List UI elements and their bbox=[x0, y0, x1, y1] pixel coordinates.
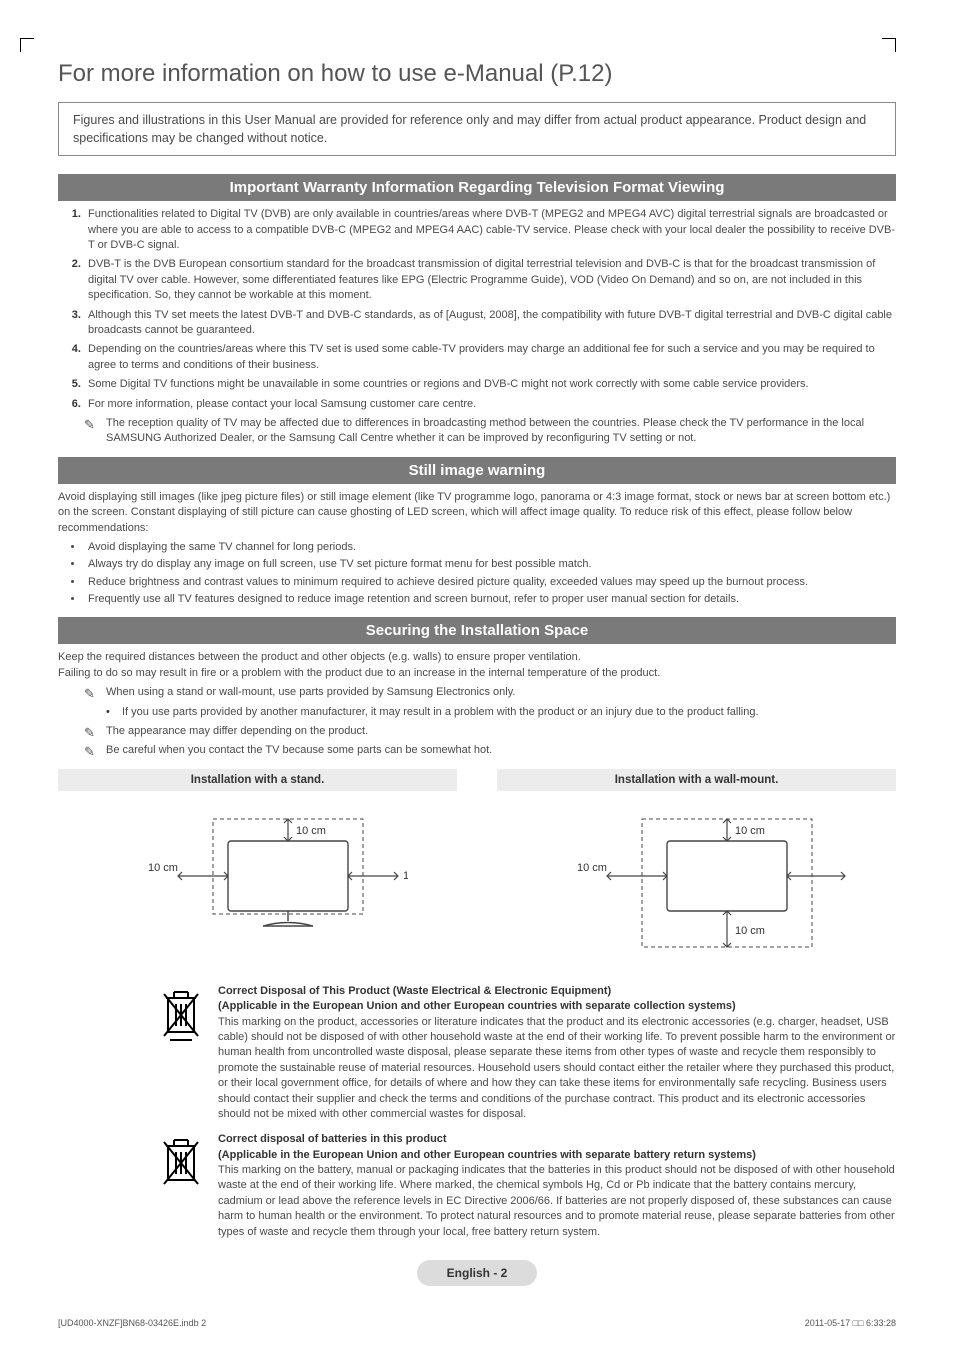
section2-intro: Avoid displaying still images (like jpeg… bbox=[58, 490, 896, 536]
section1-heading: Important Warranty Information Regarding… bbox=[58, 174, 896, 201]
section3-p1: Keep the required distances between the … bbox=[58, 650, 896, 665]
bullet-item: Avoid displaying the same TV channel for… bbox=[84, 540, 896, 555]
page-title: For more information on how to use e-Man… bbox=[58, 60, 896, 88]
footer-file: [UD4000-XNZF]BN68-03426E.indb 2 bbox=[58, 1318, 206, 1328]
page-number-badge: English - 2 bbox=[417, 1260, 537, 1286]
bullet-item: Frequently use all TV features designed … bbox=[84, 592, 896, 607]
disposal2-h2: (Applicable in the European Union and ot… bbox=[218, 1148, 896, 1163]
section3-note2: The appearance may differ depending on t… bbox=[58, 724, 896, 739]
section3-note1-sub: If you use parts provided by another man… bbox=[58, 705, 896, 720]
bullet-item: Reduce brightness and contrast values to… bbox=[84, 575, 896, 590]
section2-heading: Still image warning bbox=[58, 457, 896, 484]
footer-timestamp: 2011-05-17 □□ 6:33:28 bbox=[805, 1318, 896, 1328]
section1-note: The reception quality of TV may be affec… bbox=[58, 416, 896, 447]
diagram-stand-title: Installation with a stand. bbox=[58, 769, 457, 791]
disposal1-h1: Correct Disposal of This Product (Waste … bbox=[218, 984, 896, 999]
crop-mark-tl bbox=[20, 38, 34, 52]
disposal2-h1: Correct disposal of batteries in this pr… bbox=[218, 1132, 896, 1147]
warranty-item: Functionalities related to Digital TV (D… bbox=[84, 207, 896, 253]
dist-label: 10 cm bbox=[296, 825, 326, 837]
section3-note3: Be careful when you contact the TV becau… bbox=[58, 743, 896, 758]
warranty-item: For more information, please contact you… bbox=[84, 397, 896, 412]
section3-heading: Securing the Installation Space bbox=[58, 617, 896, 644]
battery-bin-icon bbox=[158, 1132, 204, 1197]
dist-label: 10 cm bbox=[148, 862, 178, 874]
warranty-item: Although this TV set meets the latest DV… bbox=[84, 308, 896, 339]
warranty-item: Depending on the countries/areas where t… bbox=[84, 342, 896, 373]
dist-label: 10 cm bbox=[403, 870, 408, 882]
disposal1-body: This marking on the product, accessories… bbox=[218, 1015, 896, 1123]
bullet-item: Always try do display any image on full … bbox=[84, 557, 896, 572]
section3-p2: Failing to do so may result in fire or a… bbox=[58, 666, 896, 681]
still-image-bullets: Avoid displaying the same TV channel for… bbox=[58, 540, 896, 608]
dist-label: 10 cm bbox=[735, 925, 765, 937]
dist-label: 10 cm bbox=[735, 825, 765, 837]
disposal2-body: This marking on the battery, manual or p… bbox=[218, 1163, 896, 1240]
weee-bin-icon bbox=[158, 984, 204, 1049]
diagram-stand-icon: 10 cm 10 cm 10 cm bbox=[108, 801, 408, 941]
disposal1-h2: (Applicable in the European Union and ot… bbox=[218, 999, 896, 1014]
diagram-wall-icon: 10 cm 10 cm 10 cm 10 cm bbox=[547, 801, 847, 961]
warranty-list: Functionalities related to Digital TV (D… bbox=[58, 207, 896, 412]
diagram-wall-title: Installation with a wall-mount. bbox=[497, 769, 896, 791]
notice-box: Figures and illustrations in this User M… bbox=[58, 102, 896, 156]
warranty-item: DVB-T is the DVB European consortium sta… bbox=[84, 257, 896, 303]
crop-mark-tr bbox=[882, 38, 896, 52]
section3-note1: When using a stand or wall-mount, use pa… bbox=[58, 685, 896, 700]
warranty-item: Some Digital TV functions might be unava… bbox=[84, 377, 896, 392]
dist-label: 10 cm bbox=[577, 862, 607, 874]
